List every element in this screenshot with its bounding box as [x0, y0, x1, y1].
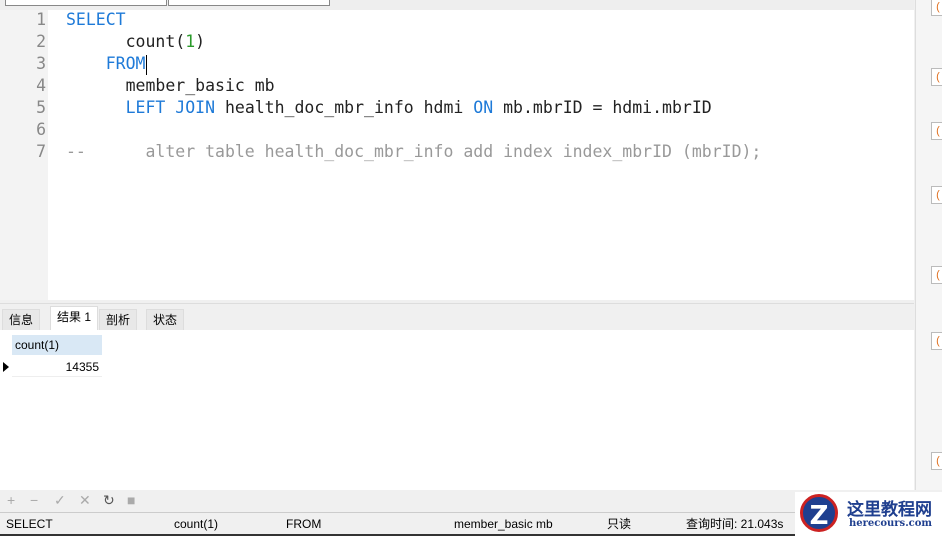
delete-record-icon[interactable]: −	[30, 492, 38, 508]
editor-tab[interactable]	[5, 0, 167, 6]
code-token: ON	[473, 98, 494, 117]
line-number: 7	[36, 142, 46, 161]
editor-tab[interactable]	[168, 0, 330, 6]
code-token: health_doc_mbr_info hdmi	[215, 98, 474, 117]
result-tabs: 信息 结果 1 剖析 状态	[0, 303, 914, 331]
column-header[interactable]: count(1)	[12, 335, 102, 355]
logo-title: 这里教程网	[847, 500, 932, 520]
panel-item[interactable]: (	[931, 68, 942, 86]
sql-editor[interactable]: 1234567 SELECT count(1) FROM member_basi…	[0, 10, 914, 300]
apply-icon[interactable]: ✓	[54, 492, 66, 509]
grid-toolbar: + − ✓ ✕ ↻ ■	[0, 490, 914, 512]
code-token: mb.mbrID = hdmi.mbrID	[493, 98, 712, 117]
code-token: member_basic mb	[66, 76, 275, 95]
tab-info[interactable]: 信息	[2, 309, 41, 330]
status-select: SELECT	[6, 517, 53, 531]
status-table: member_basic mb	[454, 517, 553, 531]
panel-item[interactable]: (	[931, 122, 942, 140]
tab-status[interactable]: 状态	[146, 309, 185, 330]
code-token: FROM	[66, 54, 146, 73]
line-number: 2	[36, 32, 46, 51]
tab-result-1[interactable]: 结果 1	[50, 306, 99, 331]
tab-profile[interactable]: 剖析	[99, 309, 138, 330]
panel-item[interactable]: (	[931, 452, 942, 470]
panel-item[interactable]: (	[931, 266, 942, 284]
text-cursor	[146, 55, 147, 75]
add-record-icon[interactable]: +	[7, 492, 15, 508]
line-number: 3	[36, 54, 46, 73]
code-token: )	[195, 32, 206, 51]
code-line: LEFT JOIN health_doc_mbr_info hdmi ON mb…	[66, 98, 712, 117]
code-token: 1	[185, 32, 196, 51]
status-readonly: 只读	[607, 517, 632, 531]
line-number: 5	[36, 98, 46, 117]
panel-item[interactable]: (	[931, 332, 942, 350]
status-from: FROM	[286, 517, 322, 531]
result-grid: count(1) 14355	[0, 330, 914, 490]
panel-item[interactable]: (	[931, 0, 942, 16]
line-number: 6	[36, 120, 46, 139]
line-number: 1	[36, 10, 46, 29]
code-line: SELECT	[66, 10, 126, 29]
logo-url: herecours.com	[849, 518, 933, 529]
refresh-icon[interactable]: ↻	[103, 492, 115, 509]
panel-item[interactable]: (	[931, 186, 942, 204]
code-token: count(	[66, 32, 186, 51]
stop-icon[interactable]: ■	[127, 492, 135, 508]
result-cell[interactable]: 14355	[12, 357, 102, 377]
code-token: SELECT	[66, 10, 126, 29]
code-line: FROM	[66, 54, 146, 73]
code-line: -- alter table health_doc_mbr_info add i…	[66, 142, 761, 161]
editor-tab-strip	[0, 0, 914, 10]
code-line: count(1)	[66, 32, 206, 51]
code-token: LEFT JOIN	[125, 98, 216, 117]
logo-z-icon: Z	[800, 494, 838, 532]
discard-icon[interactable]: ✕	[79, 492, 91, 509]
watermark-logo: Z 这里教程网 herecours.com	[795, 492, 942, 536]
line-number: 4	[36, 76, 46, 95]
right-side-panel: ( ( ( ( ( ( (	[915, 0, 942, 490]
status-query-time: 查询时间: 21.043s	[686, 517, 784, 531]
status-count: count(1)	[174, 517, 219, 531]
current-row-marker-icon	[3, 362, 9, 372]
code-token: -- alter table health_doc_mbr_info add i…	[66, 142, 762, 161]
code-line: member_basic mb	[66, 76, 275, 95]
line-number-gutter: 1 2 3 4 5 6 7	[0, 10, 48, 300]
